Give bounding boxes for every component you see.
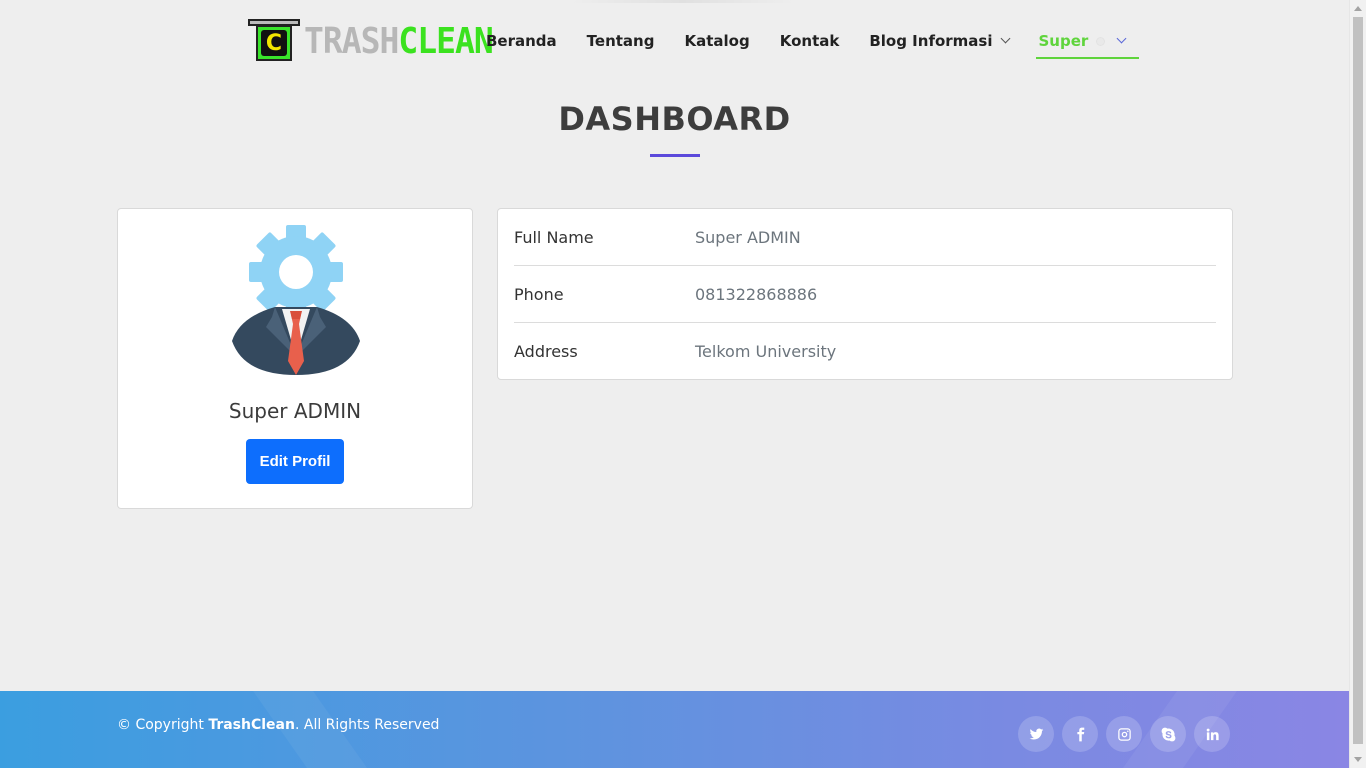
chevron-down-icon <box>1116 33 1127 44</box>
profile-info-card: Full Name Super ADMIN Phone 081322868886… <box>497 208 1233 380</box>
copyright-text: © Copyright TrashClean. All Rights Reser… <box>117 717 439 733</box>
skype-link[interactable] <box>1150 716 1186 752</box>
logo-wordmark: TRASHCLEAN <box>304 17 494 65</box>
chevron-down-icon <box>1000 33 1010 44</box>
instagram-icon <box>1117 727 1131 741</box>
info-label: Address <box>514 342 578 361</box>
edit-profile-button[interactable]: Edit Profil <box>246 439 344 484</box>
copyright-brand: TrashClean <box>208 717 295 733</box>
nav-item-label: Tentang <box>586 32 655 50</box>
linkedin-icon <box>1206 728 1219 740</box>
site-header: C TRASHCLEAN Beranda Tentang Katalog Kon… <box>0 0 1349 82</box>
info-value: Telkom University <box>695 342 837 361</box>
page-title: DASHBOARD <box>558 100 791 138</box>
linkedin-link[interactable] <box>1194 716 1230 752</box>
nav-item-user-menu[interactable]: Super <box>1035 28 1140 59</box>
logo-word-trash: TRASH <box>304 19 399 62</box>
scrollbar-thumb[interactable] <box>1353 17 1363 744</box>
nav-item-label: Beranda <box>486 32 557 50</box>
nav-item-label: Super <box>1038 32 1089 50</box>
info-value: 081322868886 <box>695 284 818 304</box>
profile-name: Super ADMIN <box>228 399 362 423</box>
title-underline <box>650 154 700 157</box>
social-links <box>1018 716 1238 752</box>
skype-icon <box>1161 727 1175 741</box>
nav-item-label: Blog Informasi <box>869 32 993 50</box>
logo-mark-letter: C <box>261 30 287 56</box>
facebook-icon <box>1076 727 1084 741</box>
nav-item-label: Katalog <box>684 32 750 50</box>
copyright-prefix: © Copyright <box>117 717 209 733</box>
info-row-address: Address Telkom University <box>514 323 1216 380</box>
scroll-up-arrow-icon[interactable] <box>1354 6 1362 11</box>
twitter-icon <box>1029 728 1043 740</box>
scroll-down-arrow-icon[interactable] <box>1354 757 1362 762</box>
nav-item-blog-informasi[interactable]: Blog Informasi <box>869 28 1010 54</box>
info-label: Full Name <box>514 227 594 247</box>
nav-item-tentang[interactable]: Tentang <box>587 28 655 54</box>
brand-logo[interactable]: C TRASHCLEAN <box>248 17 494 65</box>
instagram-link[interactable] <box>1106 716 1142 752</box>
nav-item-kontak[interactable]: Kontak <box>780 28 840 54</box>
vertical-scrollbar[interactable] <box>1349 0 1366 768</box>
main-nav: Beranda Tentang Katalog Kontak Blog Info… <box>486 28 1155 59</box>
copyright-suffix: . All Rights Reserved <box>294 717 440 733</box>
info-value: Super ADMIN <box>695 227 801 247</box>
info-row-full-name: Full Name Super ADMIN <box>514 209 1216 266</box>
logo-word-clean: CLEAN <box>398 19 493 62</box>
facebook-link[interactable] <box>1062 716 1098 752</box>
twitter-link[interactable] <box>1018 716 1054 752</box>
nav-item-label: Kontak <box>779 32 840 50</box>
site-footer: © Copyright TrashClean. All Rights Reser… <box>0 691 1349 768</box>
nav-item-katalog[interactable]: Katalog <box>684 28 749 54</box>
info-row-phone: Phone 081322868886 <box>514 266 1216 323</box>
logo-mark-icon: C <box>248 19 300 63</box>
info-label: Phone <box>514 284 564 304</box>
profile-card: Super ADMIN Edit Profil <box>117 208 473 509</box>
admin-gear-avatar-icon <box>230 225 362 375</box>
nav-item-beranda[interactable]: Beranda <box>486 28 557 54</box>
user-circle-icon <box>1095 35 1107 47</box>
